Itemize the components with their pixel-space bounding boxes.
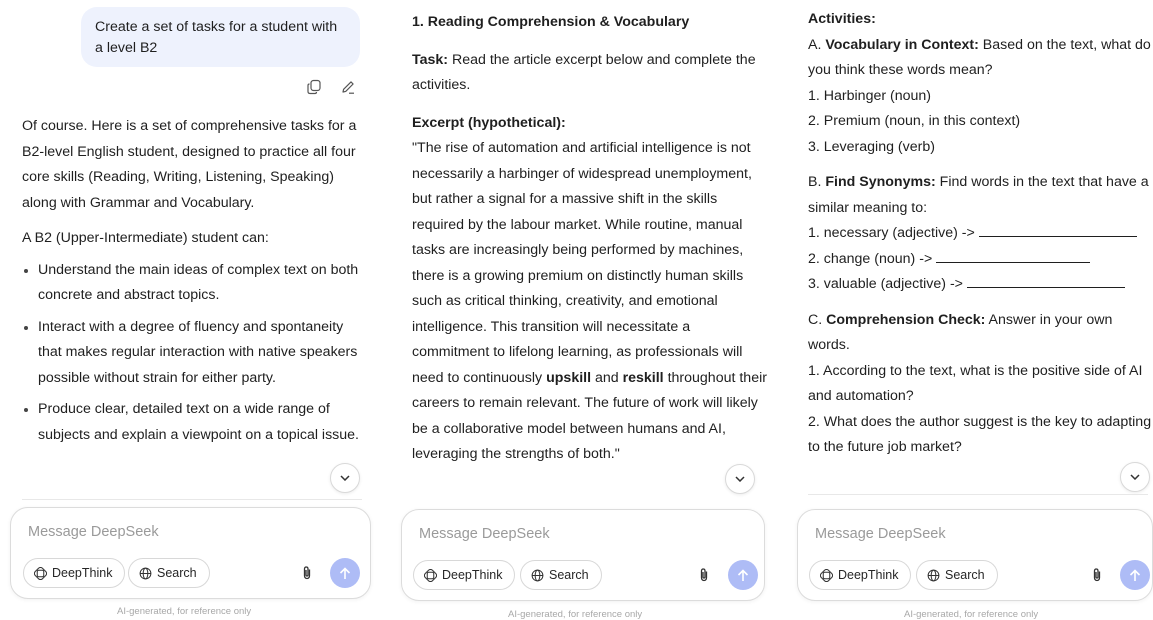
user-message-bubble: Create a set of tasks for a student with… bbox=[81, 7, 360, 67]
deepthink-label: DeepThink bbox=[442, 568, 503, 582]
task-paragraph: Task: Read the article excerpt below and… bbox=[412, 48, 767, 99]
deepthink-label: DeepThink bbox=[52, 566, 113, 580]
list-item: Understand the main ideas of complex tex… bbox=[24, 258, 367, 309]
paperclip-icon[interactable] bbox=[696, 567, 712, 583]
send-button[interactable] bbox=[728, 560, 758, 590]
excerpt-bold-word: reskill bbox=[622, 369, 664, 386]
divider bbox=[22, 499, 362, 500]
deepthink-icon bbox=[820, 568, 833, 582]
task-label: Task: bbox=[412, 51, 449, 68]
ability-list: Understand the main ideas of complex tex… bbox=[22, 258, 367, 449]
message-input[interactable]: Message DeepSeek bbox=[419, 526, 550, 542]
message-input[interactable]: Message DeepSeek bbox=[815, 526, 946, 542]
excerpt-bold-word: upskill bbox=[546, 369, 592, 386]
message-composer: Message DeepSeek DeepThink Search bbox=[10, 507, 371, 599]
activity-b: B. Find Synonyms: Find words in the text… bbox=[808, 170, 1153, 221]
disclaimer: AI-generated, for reference only bbox=[904, 609, 1039, 620]
scroll-down-button[interactable] bbox=[1120, 462, 1150, 492]
arrow-up-icon bbox=[1129, 568, 1141, 581]
globe-icon bbox=[531, 569, 544, 581]
send-button[interactable] bbox=[1120, 560, 1150, 590]
search-label: Search bbox=[945, 568, 985, 582]
excerpt-label: Excerpt (hypothetical): bbox=[412, 114, 566, 131]
disclaimer: AI-generated, for reference only bbox=[508, 609, 643, 620]
message-composer: Message DeepSeek DeepThink Search bbox=[797, 509, 1153, 601]
scroll-down-button[interactable] bbox=[725, 464, 755, 494]
search-label: Search bbox=[157, 566, 197, 580]
activity-a: A. Vocabulary in Context: Based on the t… bbox=[808, 33, 1153, 84]
send-button[interactable] bbox=[330, 558, 360, 588]
excerpt-part: "The rise of automation and artificial i… bbox=[412, 140, 752, 386]
response-subheading: A B2 (Upper-Intermediate) student can: bbox=[22, 230, 269, 246]
deepthink-label: DeepThink bbox=[838, 568, 899, 582]
activity-prefix: C. bbox=[808, 311, 827, 328]
activity-label: Find Synonyms: bbox=[825, 174, 936, 190]
copy-icon[interactable] bbox=[306, 79, 322, 95]
scroll-down-button[interactable] bbox=[330, 463, 360, 493]
response-intro: Of course. Here is a set of comprehensiv… bbox=[22, 118, 357, 211]
chat-panel-3: Activities: A. Vocabulary in Context: Ba… bbox=[790, 0, 1153, 620]
list-item: 1. Harbinger (noun) bbox=[808, 87, 932, 104]
deepthink-button[interactable]: DeepThink bbox=[413, 560, 516, 590]
assistant-response: 1. Reading Comprehension & Vocabulary Ta… bbox=[412, 10, 767, 468]
search-label: Search bbox=[549, 568, 589, 582]
list-item: 2. change (noun) -> bbox=[808, 247, 1153, 273]
disclaimer: AI-generated, for reference only bbox=[117, 606, 252, 617]
edit-icon[interactable] bbox=[340, 79, 356, 95]
deepthink-icon bbox=[34, 566, 47, 580]
arrow-up-icon bbox=[737, 568, 749, 581]
activity-label: Vocabulary in Context: bbox=[825, 36, 979, 53]
paperclip-icon[interactable] bbox=[1089, 567, 1105, 583]
excerpt-part: and bbox=[591, 369, 623, 386]
arrow-up-icon bbox=[339, 566, 351, 579]
chevron-down-icon bbox=[735, 476, 745, 482]
list-item: Produce clear, detailed text on a wide r… bbox=[24, 397, 367, 448]
globe-icon bbox=[139, 567, 152, 579]
chevron-down-icon bbox=[340, 475, 350, 481]
assistant-response: Of course. Here is a set of comprehensiv… bbox=[22, 114, 367, 454]
answer-blank bbox=[936, 249, 1091, 263]
task-text: Read the article excerpt below and compl… bbox=[412, 51, 756, 94]
list-item: 2. What does the author suggest is the k… bbox=[808, 413, 1152, 456]
list-item: 2. Premium (noun, in this context) bbox=[808, 113, 1021, 129]
chat-panel-2: 1. Reading Comprehension & Vocabulary Ta… bbox=[395, 0, 775, 620]
list-item: 1. According to the text, what is the po… bbox=[808, 362, 1143, 405]
divider bbox=[808, 494, 1148, 495]
list-item: Interact with a degree of fluency and sp… bbox=[24, 315, 367, 392]
excerpt-text: "The rise of automation and artificial i… bbox=[412, 136, 767, 468]
deepthink-button[interactable]: DeepThink bbox=[809, 560, 912, 590]
item-text: 2. change (noun) -> bbox=[808, 250, 937, 267]
answer-blank bbox=[978, 223, 1137, 237]
deepthink-icon bbox=[424, 568, 437, 582]
user-message-text: Create a set of tasks for a student with… bbox=[95, 19, 338, 56]
activity-prefix: B. bbox=[808, 174, 826, 190]
list-item: 1. necessary (adjective) -> bbox=[808, 221, 1153, 247]
paperclip-icon[interactable] bbox=[299, 565, 315, 581]
answer-blank bbox=[966, 274, 1125, 288]
activity-c: C. Comprehension Check: Answer in your o… bbox=[808, 308, 1153, 359]
chevron-down-icon bbox=[1130, 474, 1140, 480]
activity-label: Comprehension Check: bbox=[826, 311, 986, 328]
activities-heading: Activities: bbox=[808, 11, 876, 27]
item-text: 1. necessary (adjective) -> bbox=[808, 225, 979, 241]
scroll-fade bbox=[395, 496, 775, 508]
deepthink-button[interactable]: DeepThink bbox=[23, 558, 126, 588]
chat-panel-1: Create a set of tasks for a student with… bbox=[0, 0, 380, 619]
search-button[interactable]: Search bbox=[916, 560, 998, 590]
section-title: 1. Reading Comprehension & Vocabulary bbox=[412, 14, 690, 30]
search-button[interactable]: Search bbox=[520, 560, 602, 590]
list-item: 3. Leveraging (verb) bbox=[808, 138, 935, 155]
message-composer: Message DeepSeek DeepThink Search bbox=[401, 509, 765, 601]
message-input[interactable]: Message DeepSeek bbox=[28, 524, 159, 540]
item-text: 3. valuable (adjective) -> bbox=[808, 276, 967, 292]
assistant-response: Activities: A. Vocabulary in Context: Ba… bbox=[808, 7, 1153, 461]
list-item: 3. valuable (adjective) -> bbox=[808, 272, 1153, 298]
globe-icon bbox=[927, 569, 940, 581]
search-button[interactable]: Search bbox=[128, 558, 210, 588]
activity-prefix: A. bbox=[808, 36, 826, 53]
